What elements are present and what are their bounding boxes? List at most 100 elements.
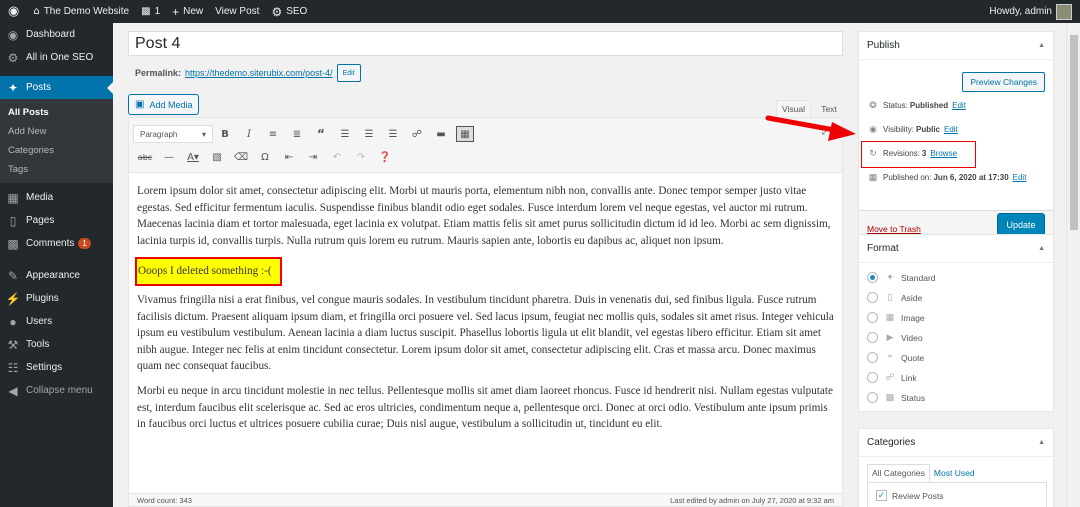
publish-box-header[interactable]: Publish ▲ — [859, 32, 1053, 60]
collapse-arrow-icon: ◀ — [8, 383, 18, 398]
permalink-edit-button[interactable]: Edit — [336, 64, 361, 82]
pin-icon: ❂ — [869, 100, 877, 110]
caret-up-icon[interactable]: ▲ — [1038, 42, 1045, 49]
status-row: ❂ Status: Published Edit — [867, 100, 966, 111]
strikethrough-icon[interactable]: abc — [133, 146, 157, 168]
align-right-icon[interactable]: ☰ — [381, 123, 405, 145]
aside-icon: ▯ — [887, 292, 893, 302]
format-option-link[interactable]: ☍ Link — [867, 372, 917, 383]
comment-bubble-icon: ▩ — [141, 6, 151, 17]
video-icon: ▶ — [886, 332, 894, 342]
radio[interactable] — [867, 392, 878, 403]
distraction-free-icon[interactable]: ⤢ — [818, 123, 834, 139]
format-option-standard[interactable]: ✦ Standard — [867, 272, 936, 283]
radio-checked[interactable] — [867, 272, 878, 283]
caret-up-icon[interactable]: ▲ — [1038, 245, 1045, 252]
view-post-link[interactable]: View Post — [209, 0, 265, 23]
outdent-icon[interactable]: ⇤ — [277, 146, 301, 168]
submenu-tags[interactable]: Tags — [0, 160, 113, 179]
sidebar-item-plugins[interactable]: ⚡ Plugins — [0, 287, 113, 310]
plus-icon: + — [172, 4, 180, 19]
numbered-list-icon[interactable]: ≣ — [285, 123, 309, 145]
seo-menu-link[interactable]: ⚙ SEO — [265, 0, 313, 23]
edit-visibility-link[interactable]: Edit — [944, 125, 958, 134]
blockquote-icon[interactable]: “ — [309, 123, 333, 145]
redo-icon[interactable]: ↷ — [349, 146, 373, 168]
submenu-categories[interactable]: Categories — [0, 141, 113, 160]
bullet-list-icon[interactable]: ≡ — [261, 123, 285, 145]
checkbox-checked[interactable]: ✓ — [876, 490, 887, 501]
permalink-link[interactable]: https://thedemo.siterubix.com/post-4/ — [185, 68, 333, 78]
read-more-icon[interactable]: ▬ — [429, 123, 453, 145]
sidebar-item-comments[interactable]: ▩ Comments 1 — [0, 232, 113, 255]
format-option-aside[interactable]: ▯ Aside — [867, 292, 922, 303]
sidebar-item-dashboard[interactable]: ◉ Dashboard — [0, 23, 113, 46]
bold-icon[interactable]: B — [213, 123, 237, 145]
format-option-image[interactable]: ▦ Image — [867, 312, 925, 323]
pushpin-icon: ✦ — [7, 80, 19, 95]
indent-icon[interactable]: ⇥ — [301, 146, 325, 168]
avatar — [1056, 3, 1072, 20]
radio[interactable] — [867, 352, 878, 363]
submenu-all-posts[interactable]: All Posts — [0, 103, 113, 122]
toolbar-toggle-icon[interactable]: ▦ — [456, 126, 474, 142]
format-option-quote[interactable]: “Quote — [867, 352, 924, 363]
format-option-status[interactable]: ▩ Status — [867, 392, 925, 403]
caret-up-icon[interactable]: ▲ — [1038, 439, 1045, 446]
update-button[interactable]: Update — [997, 213, 1045, 236]
categories-box-header[interactable]: Categories ▲ — [859, 429, 1053, 457]
tab-text[interactable]: Text — [813, 100, 845, 117]
category-item[interactable]: ✓ Review Posts — [876, 490, 944, 501]
horizontal-line-icon[interactable]: — — [157, 146, 181, 168]
special-character-icon[interactable]: Ω — [253, 146, 277, 168]
sidebar-item-tools[interactable]: ⚒ Tools — [0, 333, 113, 356]
permalink-row: Permalink: https://thedemo.siterubix.com… — [135, 64, 361, 82]
sidebar-item-settings[interactable]: ☷ Settings — [0, 356, 113, 379]
collapse-menu-button[interactable]: ◀ Collapse menu — [0, 379, 113, 402]
admin-sidebar: ◉ Dashboard ⚙ All in One SEO ✦ Posts All Po… — [0, 23, 113, 507]
sidebar-item-pages[interactable]: ▯ Pages — [0, 209, 113, 232]
scrollbar-thumb[interactable] — [1070, 35, 1078, 230]
radio[interactable] — [867, 292, 878, 303]
comments-link[interactable]: ▩ 1 — [135, 0, 166, 23]
new-content-link[interactable]: + New — [166, 0, 209, 23]
editor-content[interactable]: Lorem ipsum dolor sit amet, consectetur … — [129, 173, 842, 433]
site-name-link[interactable]: ⌂ The Demo Website — [27, 0, 135, 23]
help-icon[interactable]: ❓ — [373, 146, 397, 168]
page-scrollbar[interactable] — [1066, 23, 1080, 507]
link-icon[interactable]: ☍ — [405, 123, 429, 145]
preview-changes-button[interactable]: Preview Changes — [962, 72, 1045, 92]
italic-icon[interactable]: I — [237, 123, 261, 145]
radio[interactable] — [867, 372, 878, 383]
tab-most-used[interactable]: Most Used — [930, 464, 979, 482]
undo-icon[interactable]: ↶ — [325, 146, 349, 168]
format-option-video[interactable]: ▶ Video — [867, 332, 923, 343]
sidebar-item-media[interactable]: ▦ Media — [0, 186, 113, 209]
sidebar-item-all-in-one-seo[interactable]: ⚙ All in One SEO — [0, 46, 113, 69]
radio[interactable] — [867, 332, 878, 343]
move-to-trash-link[interactable]: Move to Trash — [867, 224, 921, 234]
format-box-header[interactable]: Format ▲ — [859, 235, 1053, 263]
category-list: ✓ Review Posts — [867, 482, 1047, 507]
radio[interactable] — [867, 312, 878, 323]
post-title-input[interactable] — [128, 31, 843, 56]
paste-text-icon[interactable]: ▧ — [205, 146, 229, 168]
wordpress-logo-icon[interactable]: ◉ — [0, 0, 27, 23]
tab-all-categories[interactable]: All Categories — [867, 464, 930, 482]
sidebar-item-posts[interactable]: ✦ Posts — [0, 76, 113, 99]
publish-box: Publish ▲ Preview Changes ❂ Status: Publish… — [858, 31, 1054, 249]
sidebar-item-users[interactable]: ● Users — [0, 310, 113, 333]
edit-date-link[interactable]: Edit — [1013, 173, 1027, 182]
format-select[interactable]: Paragraph ▾ — [133, 125, 213, 143]
tab-visual[interactable]: Visual — [776, 100, 811, 117]
text-color-icon[interactable]: A▾ — [181, 146, 205, 168]
quote-icon: “ — [887, 352, 893, 363]
align-left-icon[interactable]: ☰ — [333, 123, 357, 145]
clear-formatting-icon[interactable]: ⌫ — [229, 146, 253, 168]
align-center-icon[interactable]: ☰ — [357, 123, 381, 145]
submenu-add-new[interactable]: Add New — [0, 122, 113, 141]
edit-status-link[interactable]: Edit — [952, 101, 966, 110]
add-media-button[interactable]: ▣ Add Media — [128, 94, 200, 115]
sidebar-item-appearance[interactable]: ✎ Appearance — [0, 264, 113, 287]
my-account-link[interactable]: Howdy, admin — [979, 0, 1080, 23]
